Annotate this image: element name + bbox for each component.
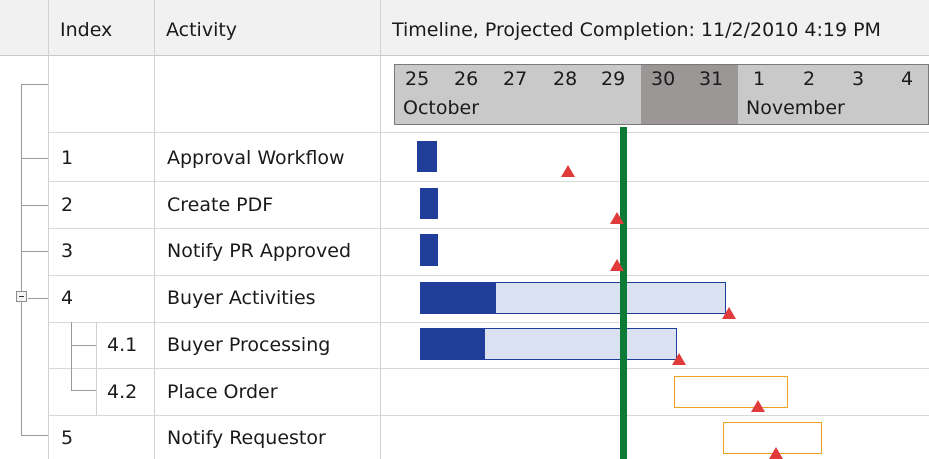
divider: [48, 415, 929, 416]
divider: [154, 0, 155, 459]
month-label-october: October: [403, 97, 480, 119]
tree-line: [28, 298, 48, 299]
current-date-line: [620, 127, 627, 459]
progress-fill: [421, 329, 485, 359]
day-label: 27: [503, 68, 528, 90]
tree-line: [21, 205, 48, 206]
tree-line: [21, 251, 48, 252]
tree-line: [21, 158, 48, 159]
milestone-marker-icon[interactable]: [610, 212, 624, 224]
tree-line: [71, 322, 72, 390]
header-row-gutter: [0, 0, 48, 56]
divider: [48, 0, 49, 459]
milestone-marker-icon[interactable]: [769, 447, 783, 459]
milestone-marker-icon[interactable]: [610, 259, 624, 271]
day-label: 3: [852, 68, 865, 90]
row-activity: Create PDF: [167, 194, 274, 216]
row-activity: Notify PR Approved: [167, 240, 352, 262]
row-index: 2: [61, 194, 74, 216]
milestone-marker-icon[interactable]: [751, 400, 765, 412]
milestone-marker-icon[interactable]: [672, 353, 686, 365]
timeline-header-label: Timeline, Projected Completion: 11/2/201…: [392, 19, 881, 41]
row-activity: Notify Requestor: [167, 427, 326, 449]
row-index: 4: [61, 287, 74, 309]
gantt-bar-approval-workflow[interactable]: [417, 141, 437, 172]
divider: [48, 368, 929, 369]
gantt-bar-notify-pr-approved[interactable]: [420, 234, 438, 266]
row-index: 4.2: [107, 381, 138, 403]
row-index: 1: [61, 147, 74, 169]
row-activity: Approval Workflow: [167, 147, 345, 169]
gantt-bar-buyer-activities[interactable]: [420, 282, 726, 314]
day-label: 2: [803, 68, 816, 90]
index-header-label: Index: [60, 19, 113, 41]
tree-line: [21, 435, 48, 436]
milestone-marker-icon[interactable]: [561, 165, 575, 177]
day-label: 29: [601, 68, 626, 90]
day-label: 4: [901, 68, 914, 90]
timeline-column-header[interactable]: Timeline, Projected Completion: 11/2/201…: [380, 0, 929, 56]
collapse-toggle-icon[interactable]: [16, 291, 27, 302]
day-label: 30: [651, 68, 676, 90]
row-index: 5: [61, 427, 74, 449]
milestone-marker-icon[interactable]: [722, 307, 736, 319]
progress-fill: [421, 283, 496, 313]
index-column-header[interactable]: Index: [48, 0, 154, 56]
row-index: 4.1: [107, 334, 138, 356]
tree-line: [21, 84, 22, 435]
day-label: 28: [553, 68, 578, 90]
gantt-bar-buyer-processing[interactable]: [420, 328, 677, 360]
gantt-bar-place-order[interactable]: [674, 376, 788, 408]
divider: [48, 181, 929, 182]
activity-header-label: Activity: [166, 19, 238, 41]
tree-line: [21, 84, 48, 85]
day-label: 25: [405, 68, 430, 90]
divider: [48, 322, 929, 323]
tree-line: [71, 345, 96, 346]
tree-line: [71, 390, 96, 391]
row-activity: Buyer Activities: [167, 287, 316, 309]
activity-column-header[interactable]: Activity: [154, 0, 380, 56]
day-label: 31: [699, 68, 724, 90]
row-index: 3: [61, 240, 74, 262]
divider: [48, 275, 929, 276]
row-activity: Place Order: [167, 381, 278, 403]
day-label: 1: [753, 68, 766, 90]
timeline-date-header: 25 26 27 28 29 30 31 1 2 3 4 October Nov…: [394, 64, 929, 125]
month-label-november: November: [746, 97, 845, 119]
row-activity: Buyer Processing: [167, 334, 331, 356]
divider: [48, 228, 929, 229]
divider: [48, 132, 929, 133]
gantt-bar-create-pdf[interactable]: [420, 188, 438, 219]
divider: [380, 0, 381, 459]
day-label: 26: [454, 68, 479, 90]
